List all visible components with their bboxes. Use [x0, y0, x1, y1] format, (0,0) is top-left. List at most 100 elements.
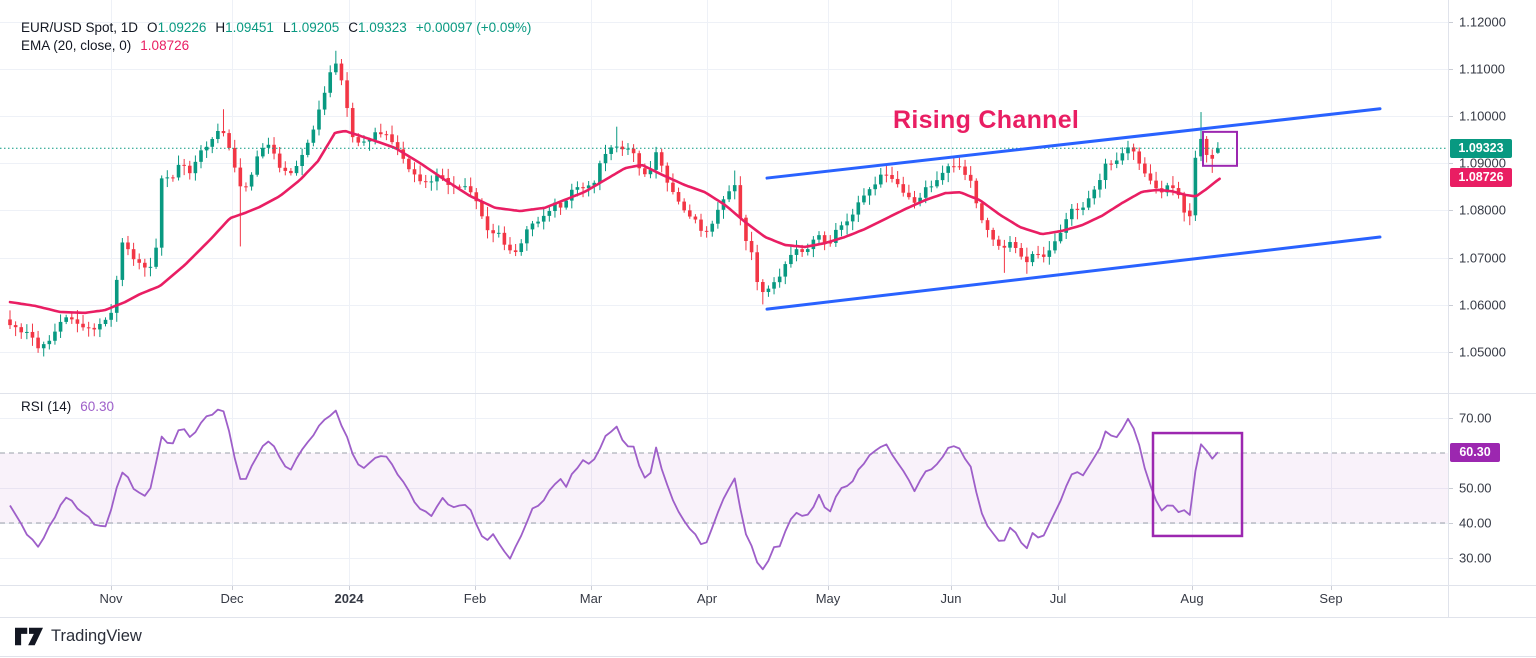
candle-body [362, 141, 366, 143]
ema-indicator-label[interactable]: EMA (20, close, 0) [21, 38, 131, 53]
candle-body [727, 191, 731, 200]
candle-body [789, 254, 793, 265]
ema-line[interactable] [8, 129, 1221, 315]
candle-body [227, 133, 231, 148]
candle-body [210, 138, 215, 147]
candle-body [1171, 185, 1175, 189]
time-axis-label: Jul [1049, 591, 1067, 606]
candle-body [356, 137, 361, 143]
tradingview-logo[interactable]: TradingView [14, 626, 142, 647]
candle-body [339, 63, 344, 81]
last-price-badge: 1.09323 [1450, 138, 1512, 158]
candle-body [671, 182, 675, 193]
rsi-axis-label: 50.00 [1459, 480, 1492, 496]
candle-body [159, 178, 164, 248]
candle-body [1019, 247, 1024, 257]
ema-value-badge: 1.08726 [1450, 167, 1512, 187]
candle-body [772, 282, 776, 289]
candle-body [36, 337, 40, 349]
candle-body [794, 249, 799, 255]
candle-body [991, 229, 995, 240]
chart-canvas[interactable] [0, 0, 1536, 658]
candle-body [1086, 198, 1091, 208]
price-axis-label: 1.10000 [1459, 108, 1506, 124]
pane-separator[interactable] [0, 393, 1536, 394]
candle-body [1098, 180, 1102, 190]
candle-body [221, 131, 226, 134]
candle-body [311, 129, 316, 143]
candle-body [929, 186, 934, 188]
candle-body [126, 242, 130, 250]
candle-body [878, 174, 883, 185]
candle-body [64, 317, 68, 322]
candle-body [547, 211, 552, 216]
candle-body [1070, 208, 1074, 220]
rsi-indicator-label[interactable]: RSI (14) [21, 399, 71, 414]
rising-channel-label[interactable]: Rising Channel [893, 106, 1079, 135]
time-axis-label: Mar [579, 591, 603, 606]
time-axis-label: Feb [463, 591, 487, 606]
candle-body [980, 203, 984, 221]
candle-body [429, 181, 434, 183]
candle-body [800, 249, 804, 252]
candle-body [1143, 163, 1147, 174]
candle-body [171, 177, 175, 179]
candle-body [895, 178, 900, 185]
candle-body [845, 221, 849, 226]
candle-body [8, 319, 12, 326]
candle-body [1216, 148, 1220, 153]
candle-body [244, 186, 248, 188]
candle-body [738, 185, 743, 218]
candle-body [1058, 232, 1063, 242]
rsi-value-badge: 60.30 [1450, 442, 1500, 462]
candle-body [665, 165, 670, 183]
candle-body [907, 192, 911, 198]
candle-body [783, 264, 788, 277]
candle-body [817, 235, 821, 240]
tradingview-chart: EUR/USD Spot, 1D O1.09226 H1.09451 L1.09… [0, 0, 1536, 658]
candle-body [856, 202, 861, 215]
candle-body [862, 195, 866, 203]
candle-body [502, 232, 507, 245]
candle-body [216, 131, 220, 139]
candle-body [463, 186, 467, 188]
ema-legend-row: EMA (20, close, 0) 1.08726 [21, 38, 531, 56]
time-axis-label: May [815, 591, 841, 606]
tradingview-logo-text: TradingView [51, 627, 142, 645]
candle-body [1103, 163, 1108, 181]
candle-body [187, 165, 192, 174]
candle-body [13, 325, 18, 328]
candle-body [659, 152, 664, 166]
candle-body [710, 223, 715, 232]
time-axis-border [0, 585, 1536, 586]
candle-body [384, 134, 389, 136]
symbol-title[interactable]: EUR/USD Spot, 1D [21, 20, 138, 35]
candle-body [935, 180, 939, 187]
candle-body [963, 166, 967, 175]
candle-body [30, 331, 35, 338]
candle-body [277, 153, 282, 168]
candle-body [255, 156, 259, 175]
candle-body [491, 230, 495, 234]
candle-body [513, 250, 518, 253]
candle-body [81, 323, 85, 328]
main-legend: EUR/USD Spot, 1D O1.09226 H1.09451 L1.09… [21, 20, 531, 56]
candle-body [75, 319, 80, 324]
candle-body [901, 184, 906, 193]
change-value: +0.00097 (+0.09%) [415, 20, 532, 35]
candle-body [536, 221, 540, 224]
candle-body [1120, 153, 1125, 161]
candle-body [485, 216, 490, 231]
rising-channel-lower-line[interactable] [765, 235, 1382, 311]
rsi-axis-label: 70.00 [1459, 410, 1492, 426]
candle-body [58, 321, 63, 332]
ohlc-high: H1.09451 [215, 20, 274, 35]
candle-body [373, 132, 377, 140]
candle-body [283, 167, 288, 171]
candle-body [940, 172, 945, 181]
candle-body [25, 331, 29, 333]
candle-body [508, 244, 512, 251]
candle-body [777, 276, 782, 283]
candle-body [985, 220, 990, 230]
candle-body [305, 142, 310, 155]
